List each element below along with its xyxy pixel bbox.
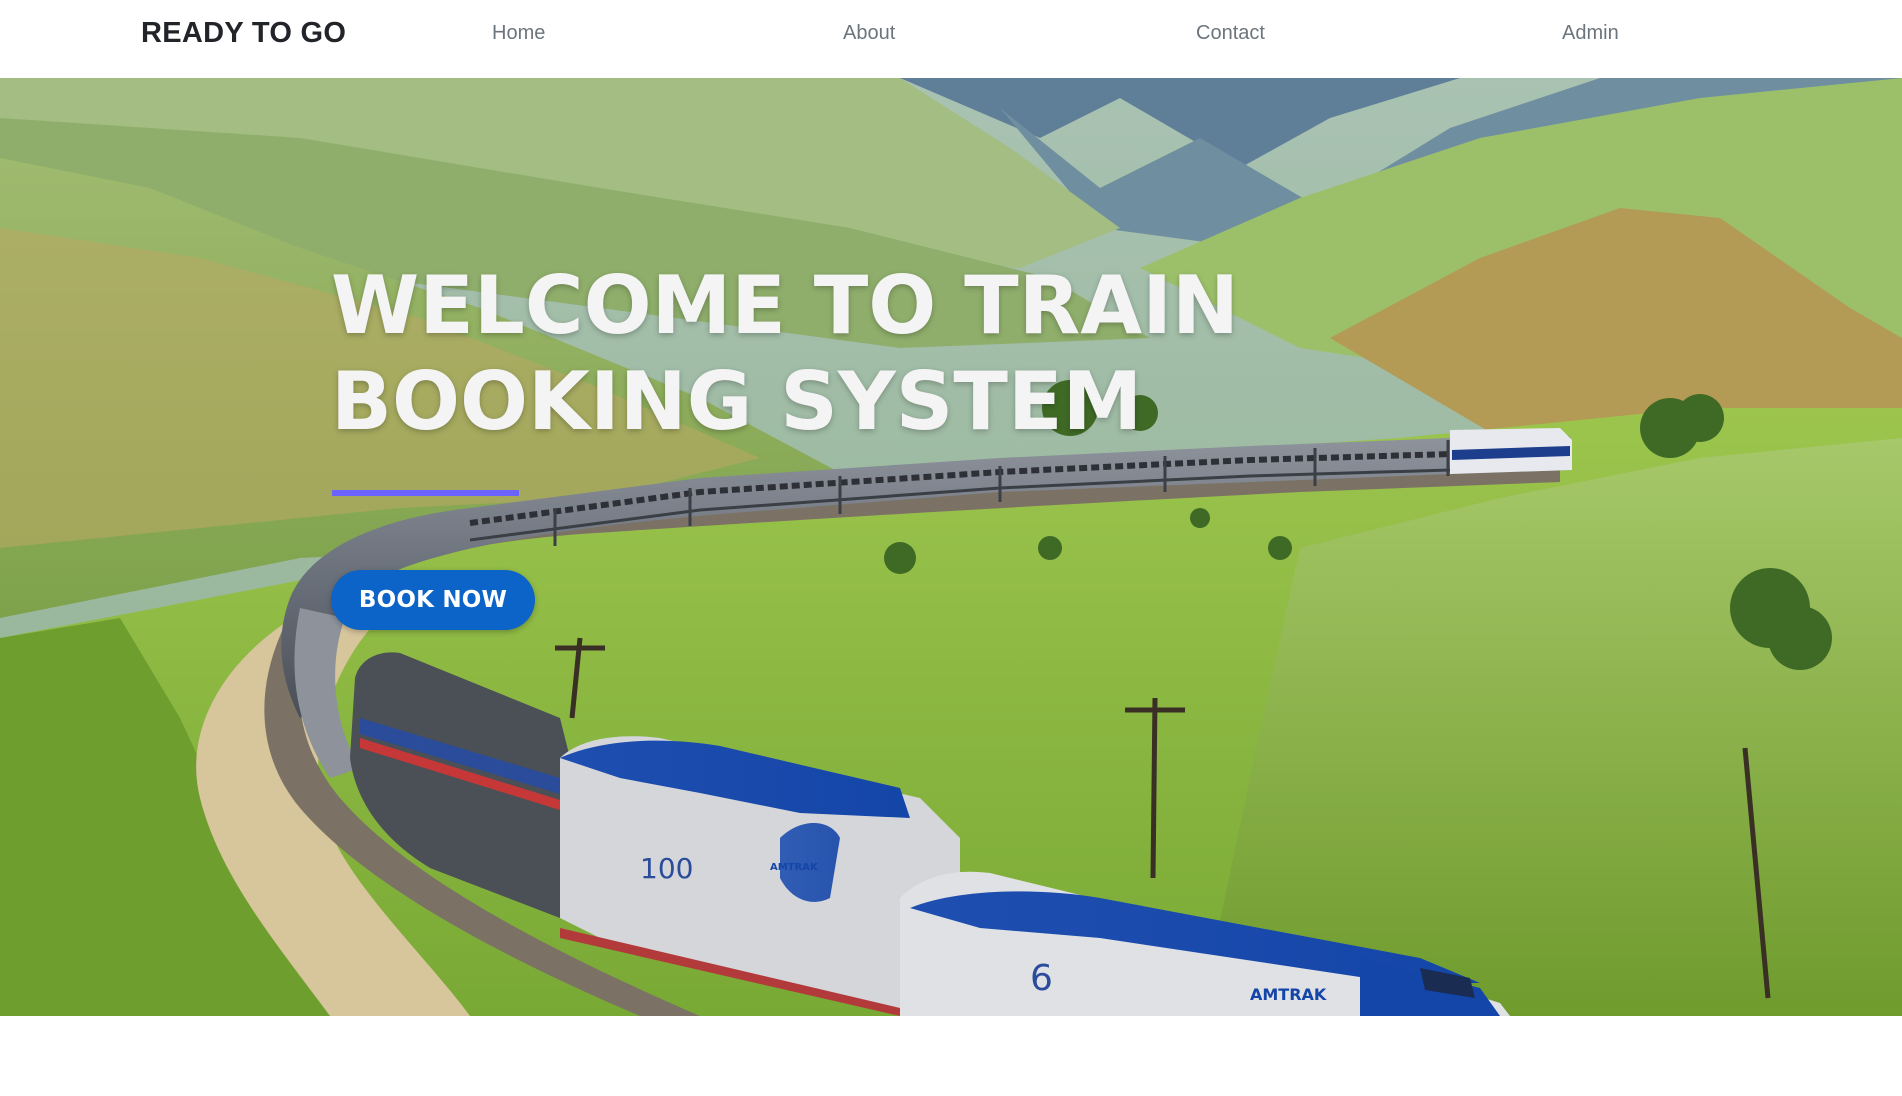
hero-background-image: 100 6 AMTRAK AMTRAK: [0, 78, 1902, 1016]
nav-link-contact[interactable]: Contact: [1196, 22, 1265, 45]
book-now-button[interactable]: BOOK NOW: [331, 570, 535, 630]
loco-number-100: 100: [640, 852, 693, 885]
hero-section: 100 6 AMTRAK AMTRAK WELCOME TO TRAIN BOO…: [0, 78, 1902, 1016]
hero-title: WELCOME TO TRAIN BOOKING SYSTEM: [331, 259, 1239, 448]
loco-logo-text: AMTRAK: [1250, 985, 1327, 1004]
top-navbar: READY TO GO Home About Contact Admin: [0, 0, 1902, 78]
loco-number-6: 6: [1030, 958, 1053, 999]
page-bottom-space: [0, 1016, 1902, 1096]
loco-logo-text-small: AMTRAK: [770, 862, 819, 873]
brand-logo-text[interactable]: READY TO GO: [141, 17, 346, 50]
nav-link-admin[interactable]: Admin: [1562, 22, 1619, 45]
nav-link-about[interactable]: About: [843, 22, 895, 45]
page: READY TO GO Home About Contact Admin 100…: [0, 0, 1902, 1096]
nav-link-home[interactable]: Home: [492, 22, 545, 45]
hero-title-underline: [332, 490, 519, 496]
